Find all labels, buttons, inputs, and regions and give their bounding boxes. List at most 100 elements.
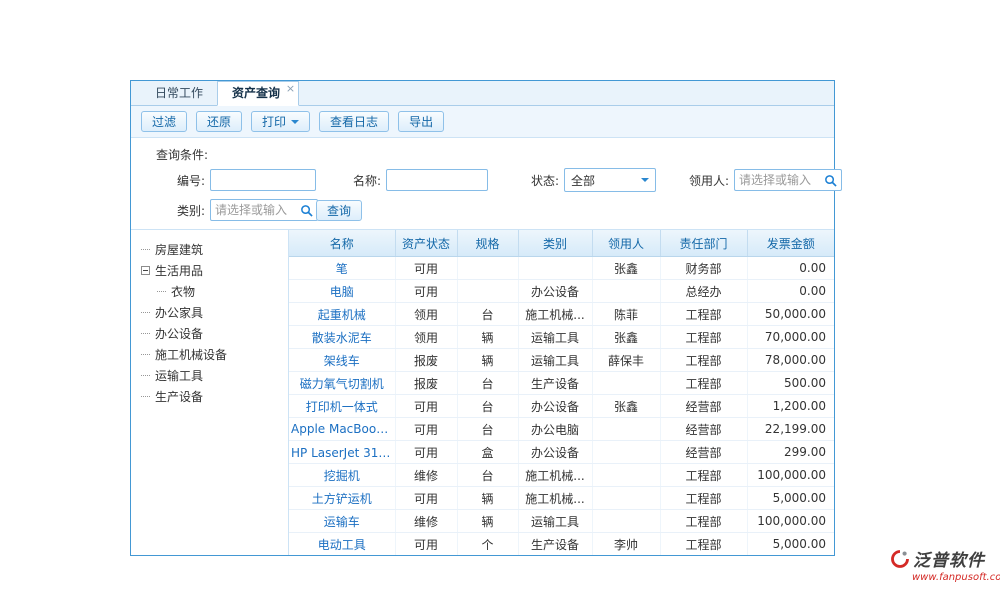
table-cell: 可用 <box>395 418 457 441</box>
asset-name-link[interactable]: 架线车 <box>289 349 395 372</box>
asset-name-link[interactable]: 散装水泥车 <box>289 326 395 349</box>
print-button[interactable]: 打印 <box>251 111 310 132</box>
tree-item[interactable]: 衣物 <box>141 281 288 302</box>
table-cell: 工程部 <box>660 372 747 395</box>
table-row[interactable]: 电动工具可用个生产设备李帅工程部5,000.00 <box>289 533 834 556</box>
collapse-icon[interactable] <box>141 266 150 275</box>
asset-name-link[interactable]: 电脑 <box>289 280 395 303</box>
table-cell: 张鑫 <box>592 326 660 349</box>
table-cell: 可用 <box>395 533 457 556</box>
invoice-amount-cell: 0.00 <box>747 280 834 303</box>
table-cell: 陈菲 <box>592 303 660 326</box>
asset-name-link[interactable]: 笔 <box>289 257 395 280</box>
search-icon[interactable] <box>300 204 313 217</box>
search-button[interactable]: 查询 <box>316 200 362 221</box>
table-cell: 办公设备 <box>518 441 592 464</box>
status-select[interactable]: 全部 <box>564 168 656 192</box>
tree-item[interactable]: 运输工具 <box>141 365 288 386</box>
view-log-button[interactable]: 查看日志 <box>319 111 389 132</box>
invoice-amount-cell: 5,000.00 <box>747 533 834 556</box>
table-row[interactable]: 打印机一体式可用台办公设备张鑫经营部1,200.00 <box>289 395 834 418</box>
asset-name-link[interactable]: 磁力氧气切割机 <box>289 372 395 395</box>
asset-name-link[interactable]: 电动工具 <box>289 533 395 556</box>
tab-bar: 日常工作 资产查询 × <box>131 81 834 106</box>
code-input[interactable] <box>210 169 316 191</box>
tree-item[interactable]: 生产设备 <box>141 386 288 407</box>
table-cell: 施工机械... <box>518 464 592 487</box>
tree-branch-line <box>141 249 150 250</box>
table-row[interactable]: 笔可用张鑫财务部0.00 <box>289 257 834 280</box>
table-row[interactable]: 磁力氧气切割机报废台生产设备工程部500.00 <box>289 372 834 395</box>
table-cell: 报废 <box>395 349 457 372</box>
export-button[interactable]: 导出 <box>398 111 444 132</box>
invoice-amount-cell: 22,199.00 <box>747 418 834 441</box>
column-header[interactable]: 名称 <box>289 230 395 257</box>
tree-item[interactable]: 施工机械设备 <box>141 344 288 365</box>
table-cell <box>592 418 660 441</box>
table-row[interactable]: Apple MacBook Pro可用台办公电脑经营部22,199.00 <box>289 418 834 441</box>
export-button-label: 导出 <box>409 113 433 130</box>
table-cell: 可用 <box>395 257 457 280</box>
column-header[interactable]: 发票金额 <box>747 230 834 257</box>
asset-name-link[interactable]: 挖掘机 <box>289 464 395 487</box>
tree-branch-line <box>157 291 166 292</box>
filter-button-label: 过滤 <box>152 113 176 130</box>
column-header[interactable]: 责任部门 <box>660 230 747 257</box>
table-cell: 辆 <box>457 510 518 533</box>
invoice-amount-cell: 500.00 <box>747 372 834 395</box>
tree-item[interactable]: 房屋建筑 <box>141 239 288 260</box>
table-row[interactable]: 起重机械领用台施工机械...陈菲工程部50,000.00 <box>289 303 834 326</box>
search-icon[interactable] <box>824 174 837 187</box>
table-cell: 辆 <box>457 487 518 510</box>
status-label: 状态: <box>523 172 559 189</box>
table-cell: 工程部 <box>660 487 747 510</box>
tab-asset-query[interactable]: 资产查询 × <box>217 81 299 106</box>
table-cell: 报废 <box>395 372 457 395</box>
asset-name-link[interactable]: HP LaserJet 31A 黑色 <box>289 441 395 464</box>
table-cell <box>592 510 660 533</box>
table-cell: 施工机械... <box>518 487 592 510</box>
table-row[interactable]: 运输车维修辆运输工具工程部100,000.00 <box>289 510 834 533</box>
column-header[interactable]: 资产状态 <box>395 230 457 257</box>
table-row[interactable]: 电脑可用办公设备总经办0.00 <box>289 280 834 303</box>
column-header[interactable]: 领用人 <box>592 230 660 257</box>
name-field-group: 名称: <box>341 169 488 191</box>
tree-item-label: 生产设备 <box>155 388 203 405</box>
close-icon[interactable]: × <box>286 83 295 94</box>
name-input[interactable] <box>386 169 488 191</box>
tree-branch-line <box>141 354 150 355</box>
invoice-amount-cell: 78,000.00 <box>747 349 834 372</box>
table-cell: 可用 <box>395 441 457 464</box>
asset-name-link[interactable]: 起重机械 <box>289 303 395 326</box>
tree-item-label: 衣物 <box>171 283 195 300</box>
column-header[interactable]: 类别 <box>518 230 592 257</box>
asset-name-link[interactable]: 土方铲运机 <box>289 487 395 510</box>
table-cell: 台 <box>457 303 518 326</box>
column-header[interactable]: 规格 <box>457 230 518 257</box>
user-field-group: 领用人: <box>677 169 842 191</box>
user-label: 领用人: <box>677 172 729 189</box>
toolbar: 过滤 还原 打印 查看日志 导出 <box>131 106 834 138</box>
asset-name-link[interactable]: Apple MacBook Pro <box>289 418 395 441</box>
tree-item[interactable]: 生活用品 <box>141 260 288 281</box>
table-row[interactable]: HP LaserJet 31A 黑色可用盒办公设备经营部299.00 <box>289 441 834 464</box>
tree-item[interactable]: 办公设备 <box>141 323 288 344</box>
table-row[interactable]: 散装水泥车领用辆运输工具张鑫工程部70,000.00 <box>289 326 834 349</box>
tab-daily-work[interactable]: 日常工作 <box>141 82 217 105</box>
search-button-group: 查询 <box>316 199 362 221</box>
tree-branch-line <box>141 312 150 313</box>
table-row[interactable]: 土方铲运机可用辆施工机械...工程部5,000.00 <box>289 487 834 510</box>
asset-name-link[interactable]: 打印机一体式 <box>289 395 395 418</box>
restore-button-label: 还原 <box>207 113 231 130</box>
table-cell: 工程部 <box>660 533 747 556</box>
restore-button[interactable]: 还原 <box>196 111 242 132</box>
tree-item-label: 运输工具 <box>155 367 203 384</box>
filter-button[interactable]: 过滤 <box>141 111 187 132</box>
table-cell: 维修 <box>395 510 457 533</box>
tree-item[interactable]: 办公家具 <box>141 302 288 323</box>
table-row[interactable]: 架线车报废辆运输工具薛保丰工程部78,000.00 <box>289 349 834 372</box>
asset-name-link[interactable]: 运输车 <box>289 510 395 533</box>
table-cell: 可用 <box>395 280 457 303</box>
table-row[interactable]: 挖掘机维修台施工机械...工程部100,000.00 <box>289 464 834 487</box>
table-cell: 办公设备 <box>518 280 592 303</box>
